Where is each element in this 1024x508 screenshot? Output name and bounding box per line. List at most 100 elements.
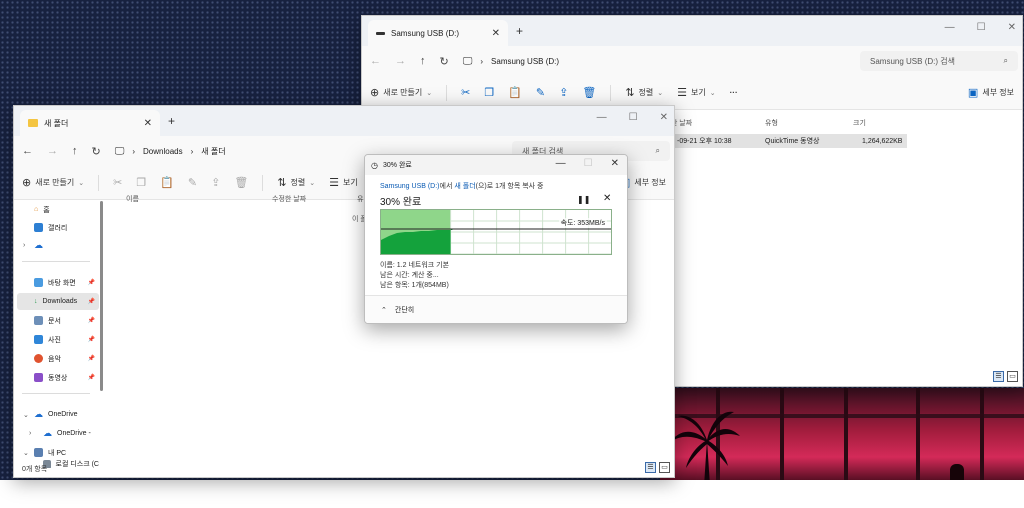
copy-icon[interactable]: ❐ (136, 176, 146, 189)
paste-icon[interactable]: 📋 (508, 86, 522, 99)
new-button[interactable]: ⊕ 새로 만들기 ⌄ (370, 86, 432, 99)
address-bar[interactable]: 🖵 › Downloads › 새 폴더 (115, 146, 226, 157)
forward-arrow-icon[interactable]: → (395, 55, 406, 67)
sort-button[interactable]: ⇅ 정렬 ⌄ (625, 86, 663, 99)
share-icon[interactable]: ⇪ (559, 86, 568, 99)
fewer-details-button[interactable]: ⌃ 간단히 (365, 295, 627, 323)
tiles-view-icon[interactable]: ▭ (659, 462, 670, 473)
sidebar-item-desktop[interactable]: 바탕 화면 📌 (17, 274, 99, 291)
sort-label: 정렬 (638, 88, 654, 97)
minimize-icon[interactable]: — (597, 112, 607, 123)
column-header-size[interactable]: 크기 (853, 114, 866, 132)
tab-samsung-usb[interactable]: Samsung USB (D:) ✕ (368, 20, 508, 46)
column-header-type[interactable]: 유 (357, 190, 363, 208)
sidebar-item-downloads[interactable]: ↓ Downloads 📌 (17, 293, 99, 310)
breadcrumb-usb[interactable]: Samsung USB (D:) (491, 57, 559, 66)
column-header-name[interactable]: 이름 (126, 190, 139, 208)
view-button[interactable]: ☰ 보기 (329, 176, 358, 189)
close-tab-icon[interactable]: ✕ (144, 118, 152, 129)
chevron-right-icon[interactable]: › (23, 242, 25, 249)
chevron-down-icon[interactable]: ⌄ (23, 411, 29, 419)
close-dialog-icon[interactable]: ✕ (611, 158, 619, 169)
search-placeholder: Samsung USB (D:) 검색 (870, 56, 955, 66)
back-arrow-icon[interactable]: ← (22, 145, 33, 157)
sidebar-item-pictures[interactable]: 사진 📌 (17, 331, 99, 348)
new-tab-icon[interactable]: + (516, 24, 523, 38)
chevron-right-icon: › (480, 56, 484, 66)
tab-new-folder[interactable]: 새 폴더 ✕ (20, 110, 160, 136)
sidebar-item-documents[interactable]: 문서 📌 (17, 312, 99, 329)
forward-arrow-icon[interactable]: → (47, 145, 58, 157)
cat-silhouette (950, 464, 964, 480)
pin-icon: 📌 (87, 299, 95, 305)
sort-button[interactable]: ⇅ 정렬 ⌄ (277, 176, 315, 189)
share-icon[interactable]: ⇪ (211, 176, 220, 189)
new-tab-icon[interactable]: + (168, 114, 175, 128)
breadcrumb-downloads[interactable]: Downloads (143, 147, 183, 156)
delete-icon[interactable]: 🗑 (582, 86, 596, 99)
sidebar-item-gallery[interactable]: 갤러리 (17, 219, 99, 236)
chevron-right-icon[interactable]: › (29, 430, 31, 437)
maximize-icon[interactable]: ☐ (977, 22, 986, 33)
sidebar-item-onedrive[interactable]: ⌄ ☁ OneDrive (17, 406, 99, 423)
sidebar-item-label: 바탕 화면 (48, 279, 76, 287)
sidebar-item-videos[interactable]: 동영상 📌 (17, 369, 99, 386)
maximize-icon[interactable]: ☐ (629, 112, 638, 123)
view-button[interactable]: ☰ 보기 ⌄ (677, 86, 715, 99)
cancel-copy-icon[interactable]: ✕ (603, 193, 611, 204)
rename-icon[interactable]: ✎ (188, 176, 197, 189)
cut-icon[interactable]: ✂ (113, 176, 122, 189)
search-input[interactable]: Samsung USB (D:) 검색 ⌕ (860, 51, 1018, 71)
back-arrow-icon[interactable]: ← (370, 55, 381, 67)
monitor-icon: 🖵 (114, 145, 125, 157)
copy-description: Samsung USB (D:)에서 새 폴더(으)로 1개 항목 복사 중 (380, 181, 544, 191)
close-tab-icon[interactable]: ✕ (492, 28, 500, 39)
column-header-type[interactable]: 유형 (765, 114, 778, 132)
up-arrow-icon[interactable]: ↑ (72, 145, 78, 157)
source-suffix: 에서 (439, 183, 453, 190)
column-header-modified[interactable]: 수정한 날짜 (272, 190, 306, 208)
monitor-icon: 🖵 (462, 55, 473, 67)
items-remaining-line: 남은 항목: 1개(854MB) (380, 282, 449, 289)
chevron-down-icon[interactable]: ⌄ (23, 449, 29, 457)
breadcrumb-new-folder[interactable]: 새 폴더 (201, 146, 225, 157)
tiles-view-icon[interactable]: ▭ (1007, 371, 1018, 382)
cut-icon[interactable]: ✂ (461, 86, 470, 99)
source-link[interactable]: Samsung USB (D:) (380, 183, 440, 190)
chevron-up-icon: ⌃ (381, 306, 387, 314)
sidebar-item-music[interactable]: 음악 📌 (17, 350, 99, 367)
more-options-button[interactable]: ··· (730, 88, 738, 97)
pin-icon: 📌 (87, 375, 95, 381)
sidebar-item-this-pc[interactable]: ⌄ 내 PC (17, 444, 99, 461)
details-view-icon[interactable]: ☰ (993, 371, 1004, 382)
details-view-icon[interactable]: ☰ (645, 462, 656, 473)
transfer-speed: 속도: 353MB/s (558, 218, 607, 228)
address-bar[interactable]: 🖵 › Samsung USB (D:) (463, 56, 559, 67)
minimize-icon[interactable]: — (945, 22, 955, 33)
sidebar-item-onedrive-personal[interactable]: › ☁ OneDrive - (17, 425, 99, 442)
destination-link[interactable]: 새 폴더 (454, 183, 475, 190)
transfer-speed-graph: 속도: 353MB/s (380, 209, 612, 255)
close-window-icon[interactable]: ✕ (1008, 22, 1016, 33)
speed-graph-canvas (381, 210, 611, 254)
close-window-icon[interactable]: ✕ (660, 112, 668, 123)
details-pane-button[interactable]: ▣ 세부 정보 (968, 86, 1014, 99)
view-list-icon: ☰ (329, 177, 340, 189)
new-button[interactable]: ⊕ 새로 만들기 ⌄ (22, 176, 84, 189)
minimize-icon[interactable]: — (556, 158, 566, 169)
navigation-pane: ⌂ 홈 갤러리 › ☁ 바탕 화면 📌 ↓ Downloads 📌 문서 📌 사… (14, 201, 104, 468)
wallpaper-artwork (660, 388, 1024, 480)
cloud-icon: ☁ (34, 409, 43, 419)
sidebar-item-home[interactable]: ⌂ 홈 (17, 201, 99, 218)
up-arrow-icon[interactable]: ↑ (420, 55, 426, 67)
file-name-line: 이름: 1.2 네트워크 기본 (380, 262, 450, 269)
refresh-icon[interactable]: ↻ (440, 55, 449, 68)
refresh-icon[interactable]: ↻ (92, 145, 101, 158)
delete-icon[interactable]: 🗑 (234, 176, 248, 189)
rename-icon[interactable]: ✎ (536, 86, 545, 99)
pause-icon[interactable]: ❚❚ (577, 195, 590, 204)
sidebar-scrollbar[interactable] (100, 201, 103, 391)
sidebar-item-onedrive-cloud[interactable]: › ☁ (17, 237, 99, 254)
paste-icon[interactable]: 📋 (160, 176, 174, 189)
copy-icon[interactable]: ❐ (484, 86, 494, 99)
